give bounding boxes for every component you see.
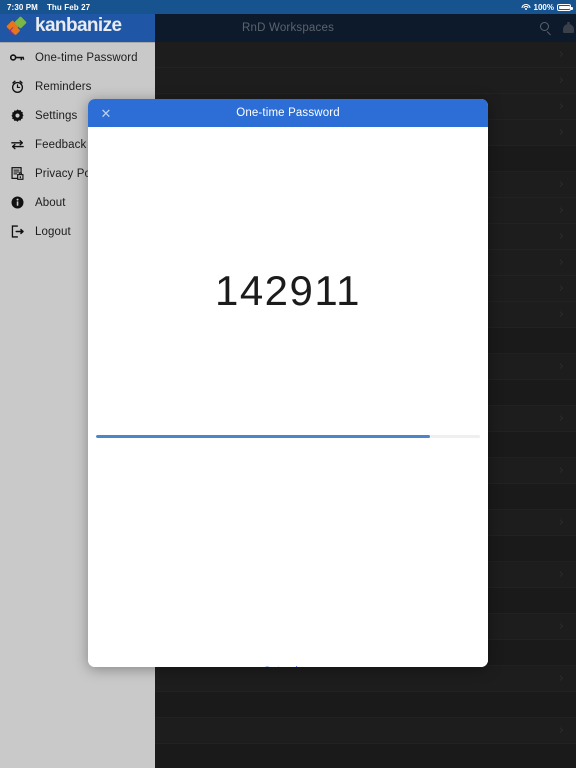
ios-status-bar: 7:30 PM Thu Feb 27 100% [0,0,576,14]
sidebar-item-label: Settings [35,109,78,122]
otp-countdown-progress [96,435,480,438]
sidebar-item-label: Logout [35,225,71,238]
info-circle-icon [10,195,25,210]
sidebar-item-label: One-time Password [35,51,138,64]
logout-icon [10,224,25,239]
key-icon [10,50,25,65]
battery-icon [557,3,573,11]
dialog-title: One-time Password [236,107,340,119]
one-time-password-dialog: ✕ One-time Password 142911 Setup key [88,99,488,667]
dialog-header: ✕ One-time Password [88,99,488,127]
brand-name: kanbanize [35,15,122,36]
wifi-icon [521,3,531,11]
status-bar-right: 100% [521,0,573,14]
alarm-clock-icon [10,79,25,94]
setup-key-link[interactable]: Setup key [88,665,488,667]
kanbanize-logo-icon [6,15,29,36]
search-icon[interactable] [540,21,553,35]
status-bar-time: 7:30 PM [7,2,38,12]
battery-percent-label: 100% [533,2,554,12]
status-bar-left: 7:30 PM Thu Feb 27 [7,0,90,14]
document-lock-icon [10,166,25,181]
gear-icon [10,108,25,123]
exchange-arrows-icon [10,137,25,152]
top-bar-actions [540,14,574,42]
sidebar-item-label: Reminders [35,80,92,93]
status-bar-date: Thu Feb 27 [46,2,91,12]
sidebar-item-reminders[interactable]: Reminders [0,72,155,101]
sidebar-item-label: Feedback [35,138,87,151]
brand-logo: kanbanize [6,15,122,37]
sidebar-item-label: About [35,196,66,209]
otp-code-value: 142911 [214,267,362,314]
sidebar-item-one-time-password[interactable]: One-time Password [0,43,155,72]
otp-countdown-progress-fill [96,435,431,438]
dialog-body: 142911 Setup key [88,127,488,667]
bell-icon[interactable] [563,21,574,35]
close-icon[interactable]: ✕ [88,99,124,127]
